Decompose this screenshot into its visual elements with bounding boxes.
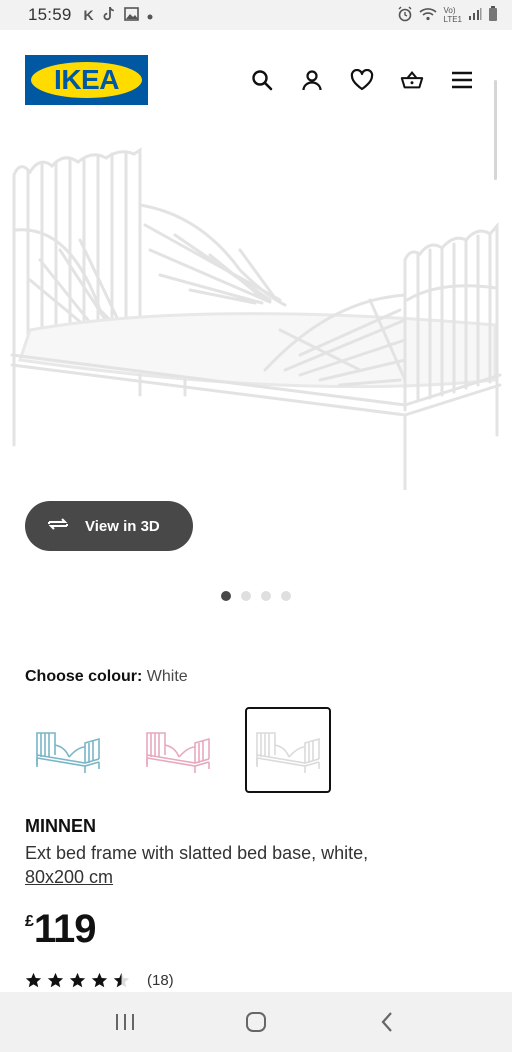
view-in-3d-label: View in 3D	[85, 517, 160, 535]
product-image[interactable]	[0, 130, 512, 497]
notification-icons: K	[84, 6, 153, 25]
star-half-icon	[113, 972, 130, 988]
price-currency: £	[25, 913, 34, 930]
product-description-text: Ext bed frame with slatted bed base, whi…	[25, 843, 369, 863]
carousel-dot[interactable]	[241, 591, 251, 601]
colour-swatches	[25, 707, 331, 793]
dot-icon	[147, 7, 153, 23]
signal-icon	[468, 7, 482, 24]
review-count: (18)	[147, 972, 174, 989]
carousel-dot[interactable]	[221, 591, 231, 601]
colour-label: Choose colour:	[25, 668, 143, 685]
product-rating[interactable]: (18)	[25, 972, 174, 989]
home-button[interactable]	[236, 1002, 276, 1042]
product-name: MINNEN	[25, 816, 96, 836]
carousel-dot[interactable]	[261, 591, 271, 601]
image-carousel-dots	[221, 591, 291, 601]
swatch-pink[interactable]	[135, 707, 221, 793]
star-full-icon	[69, 972, 86, 988]
home-icon	[245, 1012, 266, 1032]
k-icon: K	[83, 7, 94, 23]
ikea-logo[interactable]: IKEA	[25, 55, 148, 105]
menu-icon[interactable]	[450, 68, 474, 92]
swatch-blue[interactable]	[25, 707, 111, 793]
system-status-icons: Vo) LTE1	[397, 5, 498, 25]
status-bar: 15:59 K Vo) LTE1	[0, 0, 512, 30]
back-button[interactable]	[367, 1002, 407, 1042]
header-actions	[250, 68, 474, 92]
swatch-white[interactable]	[245, 707, 331, 793]
android-nav-bar	[0, 992, 512, 1052]
bed-thumbnail-pink	[146, 732, 210, 773]
carousel-dot[interactable]	[281, 591, 291, 601]
user-icon[interactable]	[300, 68, 324, 92]
logo-text: IKEA	[54, 64, 119, 95]
bed-thumbnail-blue	[36, 732, 100, 773]
basket-icon[interactable]	[400, 68, 424, 92]
bed-thumbnail-white	[256, 732, 320, 773]
star-full-icon	[47, 972, 64, 988]
rotate-3d-icon	[45, 515, 71, 537]
recent-apps-button[interactable]	[105, 1002, 145, 1042]
star-full-icon	[25, 972, 42, 988]
alarm-icon	[397, 6, 413, 25]
search-icon[interactable]	[250, 68, 274, 92]
colour-value: White	[146, 668, 188, 685]
network-label: Vo) LTE1	[443, 6, 462, 24]
recent-apps-icon	[116, 1014, 135, 1030]
heart-icon[interactable]	[350, 68, 374, 92]
tiktok-icon	[102, 6, 116, 25]
battery-icon	[488, 5, 498, 25]
star-full-icon	[91, 972, 108, 988]
wifi-icon	[419, 7, 438, 24]
price-value: 119	[33, 907, 97, 951]
product-description: Ext bed frame with slatted bed base, whi…	[25, 841, 485, 889]
back-icon	[381, 1012, 392, 1032]
bed-illustration	[10, 147, 502, 497]
product-size-link[interactable]: 80x200 cm	[25, 867, 113, 887]
choose-colour: Choose colour: White	[25, 668, 188, 686]
gallery-icon	[123, 6, 139, 24]
product-price: £ 119	[25, 907, 97, 951]
site-header: IKEA	[0, 30, 512, 130]
view-in-3d-button[interactable]: View in 3D	[25, 501, 193, 551]
status-time: 15:59	[28, 5, 72, 24]
